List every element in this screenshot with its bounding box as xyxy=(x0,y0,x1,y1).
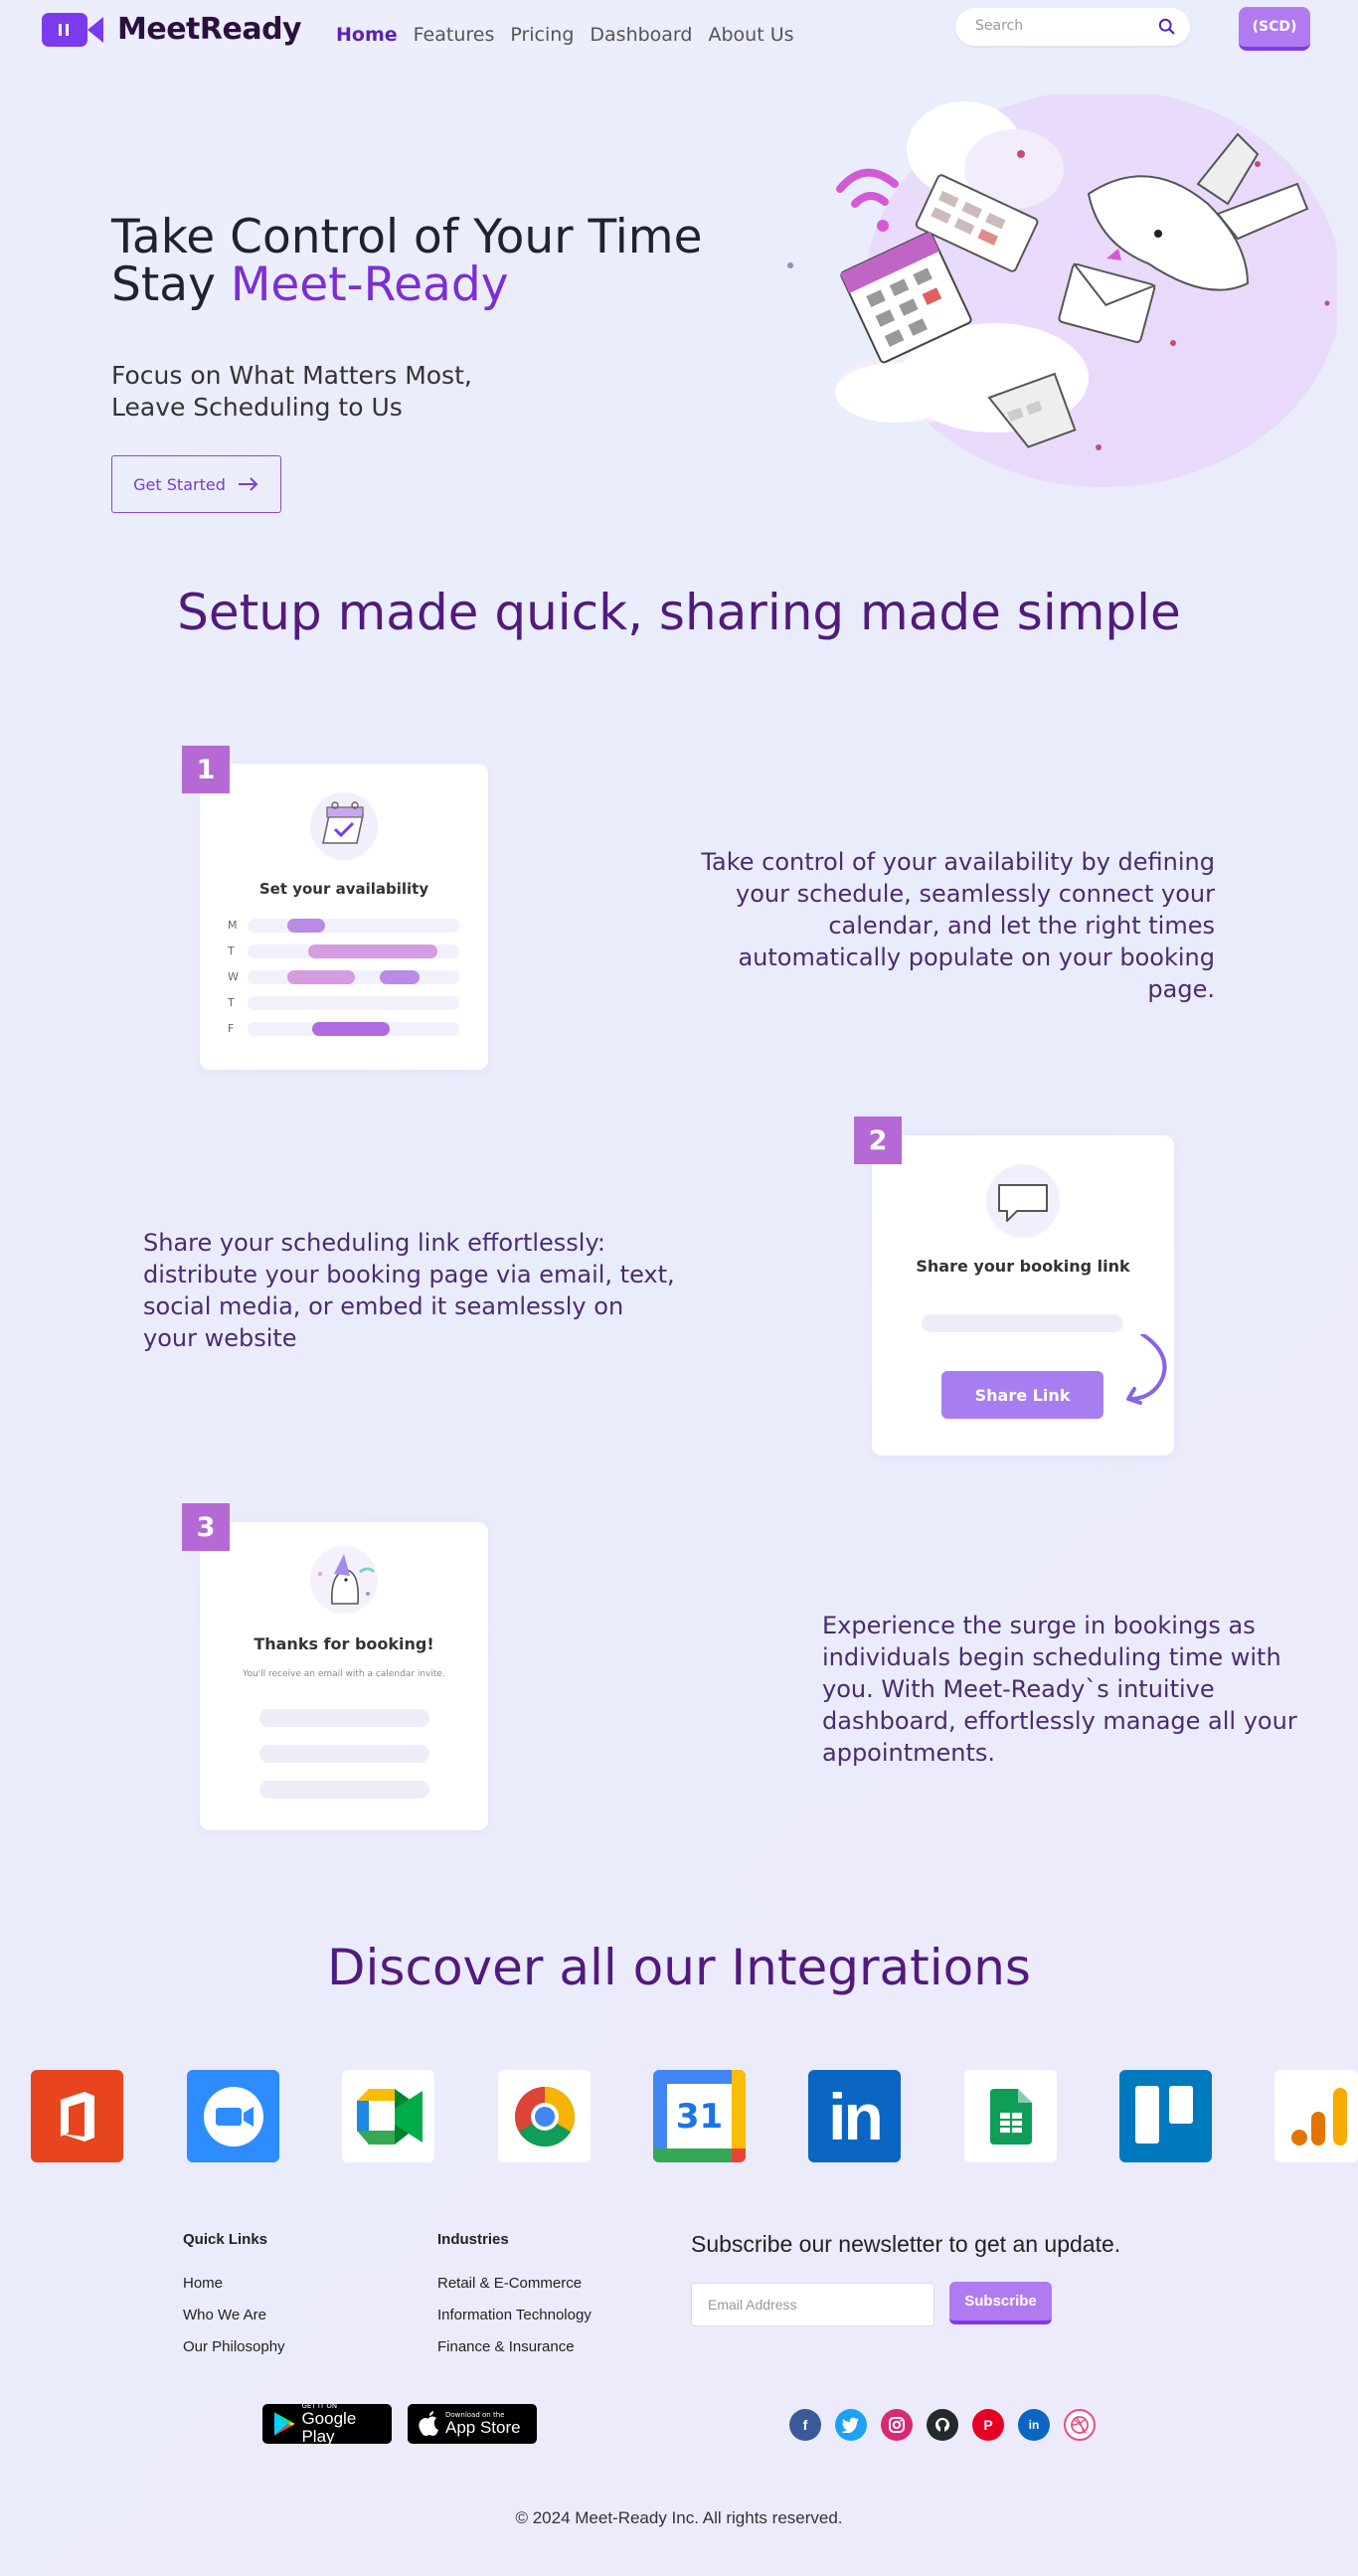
availability-card: Set your availability M T W T F xyxy=(200,764,488,1070)
zoom-icon[interactable] xyxy=(187,2070,279,2162)
day-label-f: F xyxy=(228,1022,235,1035)
step-number-1: 1 xyxy=(182,746,230,793)
google-calendar-icon[interactable]: 31 xyxy=(653,2070,746,2162)
chrome-icon[interactable] xyxy=(498,2070,591,2162)
calendar-date: 31 xyxy=(675,2096,724,2137)
get-started-label: Get Started xyxy=(133,474,226,494)
arrow-right-icon xyxy=(238,477,258,491)
hero-illustration xyxy=(787,94,1337,487)
thanks-card-title: Thanks for booking! xyxy=(254,1634,434,1653)
availability-card-title: Set your availability xyxy=(258,880,429,898)
share-link-button[interactable]: Share Link xyxy=(941,1371,1103,1419)
app-store-big: App Store xyxy=(445,2418,521,2437)
hero-subtitle-line2: Leave Scheduling to Us xyxy=(111,393,403,422)
google-meet-icon[interactable] xyxy=(342,2070,434,2162)
footer-link-it[interactable]: Information Technology xyxy=(437,2307,592,2323)
step-number-3: 3 xyxy=(182,1503,230,1551)
placeholder-line xyxy=(259,1709,429,1727)
linkedin-logo-text: in xyxy=(828,2079,884,2153)
step-number-2: 2 xyxy=(854,1116,902,1164)
search-icon[interactable] xyxy=(1158,18,1176,36)
top-nav: MeetReady Home Features Pricing Dashboar… xyxy=(0,0,1358,72)
footer-link-philosophy[interactable]: Our Philosophy xyxy=(183,2338,285,2355)
subscribe-button[interactable]: Subscribe xyxy=(949,2282,1052,2324)
integrations-row: 31 in xyxy=(0,2070,1358,2164)
hero-subtitle: Focus on What Matters Most, Leave Schedu… xyxy=(111,360,472,424)
get-started-button[interactable]: Get Started xyxy=(111,455,281,513)
nav-dashboard[interactable]: Dashboard xyxy=(590,24,692,46)
footer-link-who-we-are[interactable]: Who We Are xyxy=(183,2307,266,2323)
hero-subtitle-line1: Focus on What Matters Most, xyxy=(111,361,472,390)
setup-title: Setup made quick, sharing made simple xyxy=(177,584,1181,641)
step-1-text: Take control of your availability by def… xyxy=(701,848,1215,1003)
hero-title-line1: Take Control of Your Time xyxy=(111,210,703,264)
availability-bars xyxy=(248,919,459,1036)
day-label-m: M xyxy=(228,919,238,932)
google-sheets-icon[interactable] xyxy=(964,2070,1057,2162)
app-store-badge[interactable]: Download on the App Store xyxy=(408,2404,537,2444)
email-field-wrapper xyxy=(691,2283,934,2326)
office-icon[interactable] xyxy=(31,2070,123,2162)
twitter-icon[interactable] xyxy=(835,2409,867,2441)
account-button[interactable]: (SCD) xyxy=(1239,7,1310,51)
search-input[interactable] xyxy=(975,18,1144,34)
share-card-title: Share your booking link xyxy=(916,1257,1130,1276)
footer-link-finance[interactable]: Finance & Insurance xyxy=(437,2338,575,2355)
day-label-w: W xyxy=(228,970,239,983)
nav-features[interactable]: Features xyxy=(414,24,495,46)
day-label-t2: T xyxy=(228,996,235,1009)
linkedin-social-icon[interactable]: in xyxy=(1018,2409,1050,2441)
placeholder-line xyxy=(259,1745,429,1763)
link-placeholder xyxy=(922,1314,1123,1332)
industries-heading: Industries xyxy=(437,2231,509,2248)
instagram-icon[interactable] xyxy=(881,2409,913,2441)
google-play-badge[interactable]: GET IT ON Google Play xyxy=(262,2402,392,2446)
newsletter-title: Subscribe our newsletter to get an updat… xyxy=(691,2231,1121,2257)
nav-home[interactable]: Home xyxy=(336,24,398,46)
step-2-text: Share your scheduling link effortlessly:… xyxy=(143,1229,675,1352)
brand-name: MeetReady xyxy=(117,12,302,47)
video-camera-icon xyxy=(42,12,103,47)
step-3-text: Experience the surge in bookings as indi… xyxy=(822,1612,1297,1767)
google-play-big: Google Play xyxy=(301,2409,357,2446)
calendar-check-icon xyxy=(310,792,378,860)
email-field[interactable] xyxy=(708,2297,917,2313)
day-label-t: T xyxy=(228,945,235,957)
google-play-icon xyxy=(273,2412,295,2436)
thanks-card: Thanks for booking! You'll receive an em… xyxy=(200,1522,488,1830)
dribbble-icon[interactable] xyxy=(1064,2409,1096,2441)
search-box xyxy=(955,8,1190,46)
hero-title: Take Control of Your Time Stay Meet-Read… xyxy=(111,214,703,309)
nav-about-us[interactable]: About Us xyxy=(708,24,793,46)
pinterest-icon[interactable]: P xyxy=(972,2409,1004,2441)
github-icon[interactable] xyxy=(927,2409,958,2441)
curved-arrow-icon xyxy=(1126,1334,1167,1405)
celebration-bird-icon xyxy=(310,1546,378,1614)
chat-bubble-icon xyxy=(986,1164,1060,1238)
analytics-icon[interactable] xyxy=(1274,2070,1358,2162)
linkedin-icon[interactable]: in xyxy=(808,2070,901,2162)
integrations-title: Discover all our Integrations xyxy=(327,1939,1031,1996)
nav-links: Home Features Pricing Dashboard About Us xyxy=(336,24,794,46)
trello-icon[interactable] xyxy=(1119,2070,1212,2162)
facebook-icon[interactable]: f xyxy=(789,2409,821,2441)
placeholder-line xyxy=(259,1781,429,1799)
thanks-card-subtitle: You'll receive an email with a calendar … xyxy=(243,1669,445,1679)
hero-title-accent: Meet-Ready xyxy=(230,258,509,312)
footer-link-home[interactable]: Home xyxy=(183,2275,223,2292)
quick-links-heading: Quick Links xyxy=(183,2231,268,2248)
apple-icon xyxy=(419,2411,438,2436)
logo[interactable]: MeetReady xyxy=(42,12,302,47)
footer-link-retail[interactable]: Retail & E-Commerce xyxy=(437,2275,582,2292)
share-link-card: Share your booking link Share Link xyxy=(872,1135,1174,1456)
hero-title-prefix: Stay xyxy=(111,258,231,312)
copyright: © 2024 Meet-Ready Inc. All rights reserv… xyxy=(515,2508,843,2527)
nav-pricing[interactable]: Pricing xyxy=(510,24,574,46)
